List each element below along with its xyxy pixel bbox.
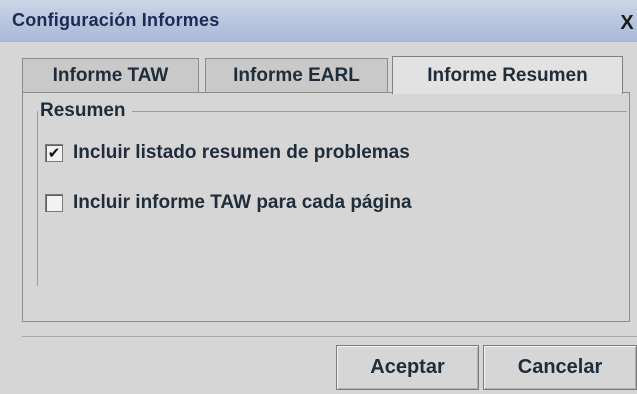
window-title: Configuración Informes xyxy=(12,10,220,30)
tab-informe-taw[interactable]: Informe TAW xyxy=(22,58,199,92)
footer-separator xyxy=(22,336,637,337)
checkbox-informe-taw-pagina[interactable] xyxy=(45,194,63,212)
checkbox-listado-resumen[interactable]: ✔ xyxy=(45,144,63,162)
cancel-button[interactable]: Cancelar xyxy=(483,345,637,390)
option-informe-taw-pagina[interactable]: Incluir informe TAW para cada página xyxy=(45,191,412,215)
configuration-dialog: Configuración Informes X Informe TAW Inf… xyxy=(0,0,637,394)
accept-button[interactable]: Aceptar xyxy=(336,345,479,390)
tab-informe-earl[interactable]: Informe EARL xyxy=(205,58,388,92)
option-listado-resumen[interactable]: ✔ Incluir listado resumen de problemas xyxy=(45,141,410,165)
close-icon[interactable]: X xyxy=(617,12,637,34)
group-title: Resumen xyxy=(38,100,132,122)
title-bar[interactable]: Configuración Informes X xyxy=(0,0,637,42)
tab-informe-resumen[interactable]: Informe Resumen xyxy=(392,56,623,94)
checkbox-label: Incluir informe TAW para cada página xyxy=(73,192,412,213)
tab-panel-resumen: Resumen ✔ Incluir listado resumen de pro… xyxy=(22,92,630,322)
checkbox-label: Incluir listado resumen de problemas xyxy=(73,142,410,163)
